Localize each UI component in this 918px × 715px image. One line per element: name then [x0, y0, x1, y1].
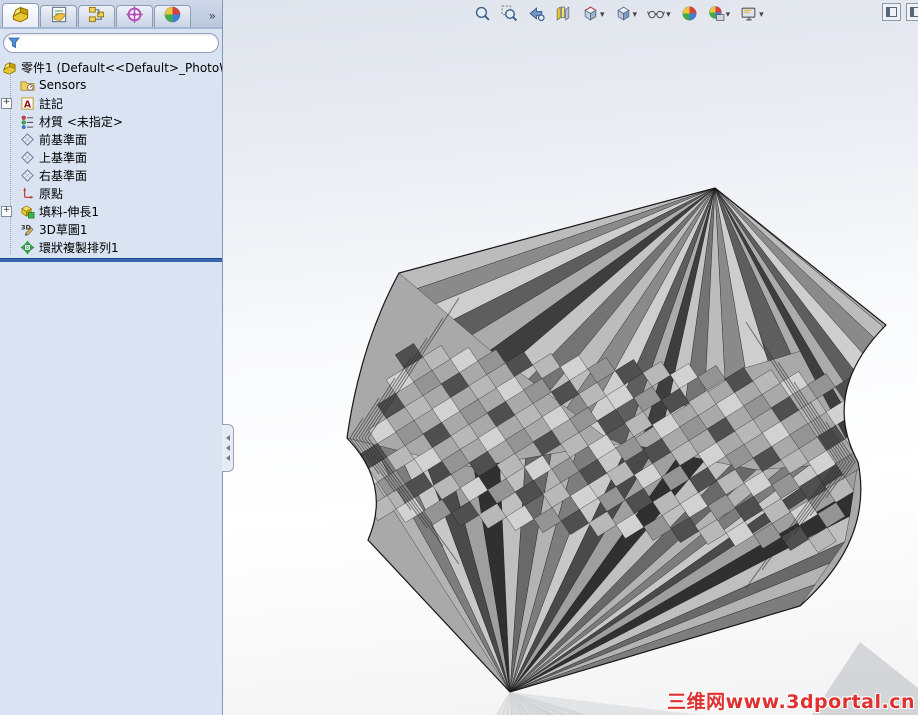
edit-appearance-button[interactable] — [677, 2, 702, 29]
plane-icon — [20, 168, 35, 183]
filter-input-wrap — [3, 33, 219, 53]
property-manager-icon — [49, 5, 68, 28]
dropdown-caret: ▾ — [666, 10, 671, 20]
tree-item-label: 材質 <未指定> — [39, 114, 123, 129]
circular-pattern-icon — [20, 240, 35, 255]
tree-item-circular-pattern[interactable]: 環狀複製排列1 — [0, 238, 222, 256]
tab-property-manager[interactable] — [40, 5, 77, 27]
tree-item-label: 上基準面 — [39, 150, 88, 165]
tree-item-top-plane[interactable]: 上基準面 — [0, 148, 222, 166]
tab-featuremanager-tree[interactable] — [2, 3, 39, 27]
display-style-button[interactable]: ▾ — [611, 2, 642, 29]
tree-item-annotations[interactable]: + A 註記 — [0, 94, 222, 112]
tree-item-label: 3D草圖1 — [39, 222, 88, 237]
hide-show-items-button[interactable]: ▾ — [643, 2, 675, 29]
zoom-to-area-icon — [501, 5, 518, 26]
tree-item-right-plane[interactable]: 右基準面 — [0, 166, 222, 184]
dropdown-caret: ▾ — [632, 10, 638, 20]
previous-view-button[interactable] — [524, 2, 549, 29]
sensors-folder-icon — [20, 78, 35, 93]
origin-icon — [20, 186, 35, 201]
previous-view-icon — [528, 5, 545, 26]
display-manager-icon — [163, 5, 182, 28]
dropdown-caret: ▾ — [725, 10, 731, 20]
tree-item-label: 環狀複製排列1 — [39, 240, 119, 255]
tree-item-3d-sketch[interactable]: 3D 3D草圖1 — [0, 220, 222, 238]
dropdown-caret: ▾ — [600, 10, 605, 20]
tree-item-sensors[interactable]: Sensors — [0, 76, 222, 94]
collapse-arrow-icon — [225, 455, 230, 461]
svg-text:A: A — [24, 99, 32, 110]
tree-item-label: 原點 — [39, 186, 64, 201]
tree-item-part-root[interactable]: 零件1 (Default<<Default>_PhotoW — [0, 58, 222, 76]
expand-toggle[interactable]: + — [1, 98, 12, 109]
part-icon — [11, 4, 30, 27]
boss-extrude-icon — [20, 204, 35, 219]
expand-toggle[interactable]: + — [1, 206, 12, 217]
tab-overflow-chevron[interactable]: » — [209, 9, 220, 27]
pane-split-icon — [886, 7, 897, 17]
graphics-viewport[interactable]: ▾ ▾ ▾ ▾ ▾ 三维网www.3dportal.cn — [222, 0, 918, 715]
view-settings-button[interactable]: ▾ — [736, 2, 768, 29]
heads-up-toolbar: ▾ ▾ ▾ ▾ ▾ — [470, 2, 768, 29]
feature-manager-panel: » 零件1 (Default<<Default>_PhotoW Sensors … — [0, 0, 223, 715]
configuration-manager-icon — [87, 5, 106, 28]
zoom-to-fit-icon — [474, 5, 491, 26]
tree-item-label: Sensors — [39, 78, 87, 92]
pane-toggle-right-button[interactable] — [906, 3, 918, 21]
filter-funnel-icon — [8, 34, 20, 53]
tab-display-manager[interactable] — [154, 5, 191, 27]
display-style-icon — [615, 5, 632, 26]
tab-dimxpert-manager[interactable] — [116, 5, 153, 27]
dimxpert-icon — [125, 5, 144, 28]
collapse-arrow-icon — [225, 435, 230, 441]
plane-icon — [20, 150, 35, 165]
section-view-button[interactable] — [551, 2, 576, 29]
scene-sphere-icon — [708, 5, 725, 26]
tab-configuration-manager[interactable] — [78, 5, 115, 27]
feature-tree: 零件1 (Default<<Default>_PhotoW Sensors + … — [0, 56, 222, 262]
eyeglasses-icon — [647, 5, 666, 26]
plane-icon — [20, 132, 35, 147]
sketch-3d-icon: 3D — [20, 222, 35, 237]
panel-collapse-handle[interactable] — [222, 424, 234, 472]
rollback-bar[interactable] — [0, 258, 222, 262]
watermark: 三维网www.3dportal.cn — [667, 691, 915, 713]
pane-toggle-left-button[interactable] — [882, 3, 901, 21]
collapse-arrow-icon — [225, 445, 230, 451]
zoom-to-area-button[interactable] — [497, 2, 522, 29]
view-orientation-button[interactable]: ▾ — [578, 2, 609, 29]
tree-item-label: 註記 — [39, 96, 64, 111]
annotations-icon: A — [20, 96, 35, 111]
pane-split-icon — [910, 7, 918, 17]
solidworks-window: ▾ ▾ ▾ ▾ ▾ 三维网www.3dportal.cn » 零件1 (Defa… — [0, 0, 918, 715]
3d-model[interactable] — [222, 0, 918, 715]
apply-scene-button[interactable]: ▾ — [704, 2, 735, 29]
tree-item-front-plane[interactable]: 前基準面 — [0, 130, 222, 148]
filter-row — [0, 29, 222, 56]
section-view-icon — [555, 5, 572, 26]
view-settings-icon — [740, 5, 758, 26]
tree-item-boss-extrude[interactable]: + 填料-伸長1 — [0, 202, 222, 220]
appearance-sphere-icon — [681, 5, 698, 26]
view-orientation-icon — [582, 5, 599, 26]
panel-tab-bar: » — [0, 0, 222, 29]
tree-item-label: 填料-伸長1 — [39, 204, 99, 219]
material-icon — [20, 114, 35, 129]
part-icon — [2, 60, 17, 75]
zoom-to-fit-button[interactable] — [470, 2, 495, 29]
tree-item-label: 右基準面 — [39, 168, 88, 183]
tree-item-label: 零件1 (Default<<Default>_PhotoW — [21, 60, 222, 75]
tree-item-material[interactable]: 材質 <未指定> — [0, 112, 222, 130]
tree-item-label: 前基準面 — [39, 132, 88, 147]
tree-item-origin[interactable]: 原點 — [0, 184, 222, 202]
feature-filter-input[interactable] — [23, 35, 214, 51]
pane-toggle-group — [882, 3, 918, 21]
dropdown-caret: ▾ — [759, 10, 764, 20]
